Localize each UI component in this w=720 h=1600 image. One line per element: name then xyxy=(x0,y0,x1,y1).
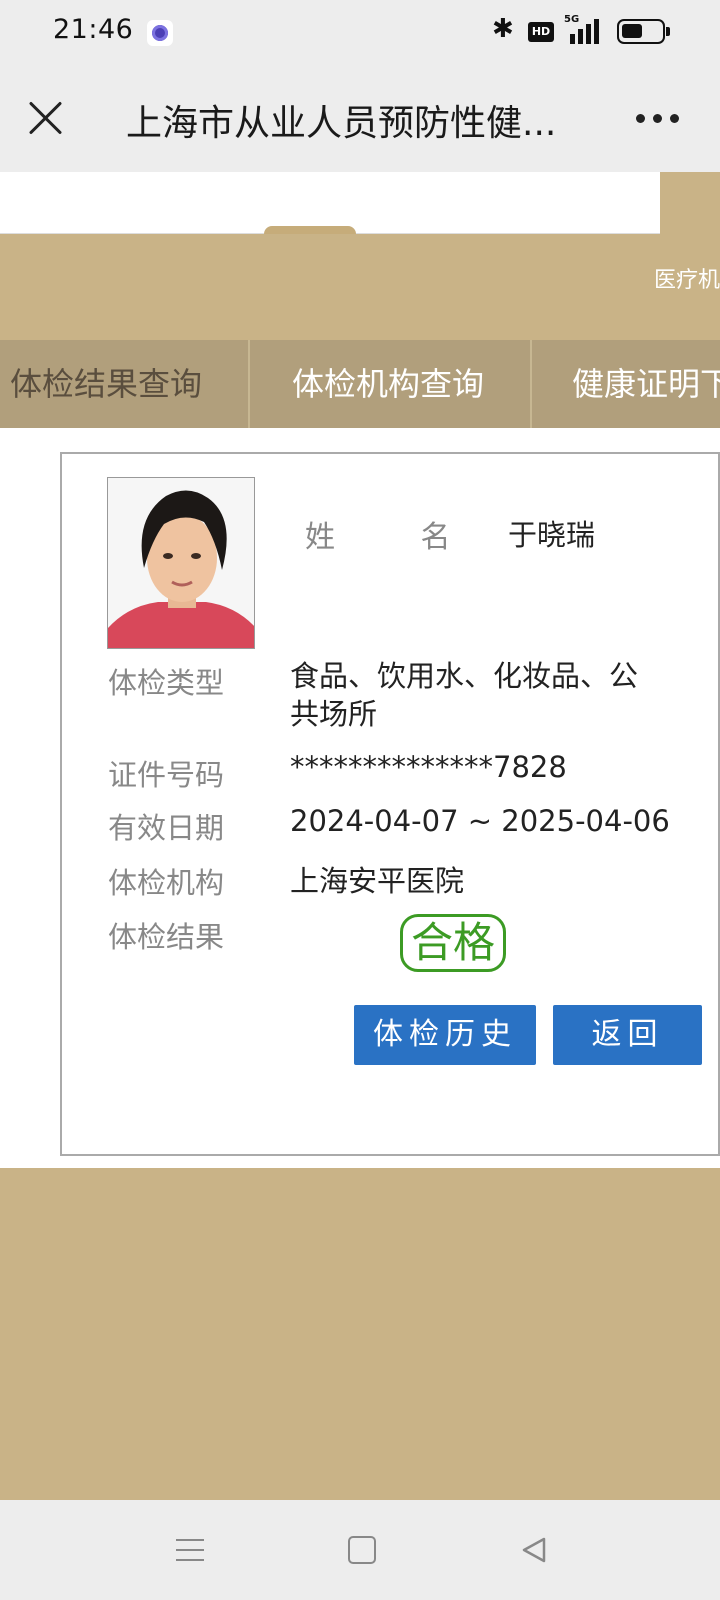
tab-divider xyxy=(248,340,250,428)
nav-tabs: 体检结果查询 体检机构查询 健康证明下 xyxy=(0,340,720,428)
name-value: 于晓瑞 xyxy=(508,518,596,552)
title-bar: 上海市从业人员预防性健... xyxy=(0,64,720,172)
validity-label: 有效日期 xyxy=(108,811,225,845)
battery-icon xyxy=(617,19,670,44)
exam-history-button[interactable]: 体检历史 xyxy=(354,1005,536,1065)
home-icon[interactable] xyxy=(348,1536,376,1564)
back-button[interactable]: 返回 xyxy=(553,1005,702,1065)
tab-divider xyxy=(530,340,532,428)
banner-gold-corner xyxy=(660,172,720,234)
more-options-icon[interactable] xyxy=(636,114,680,124)
banner xyxy=(0,234,720,340)
banner-white-strip xyxy=(0,172,660,234)
result-label: 体检结果 xyxy=(108,920,225,954)
id-number-value: **************7828 xyxy=(290,750,567,784)
notification-app-icon xyxy=(147,20,173,46)
exam-type-label: 体检类型 xyxy=(108,666,225,700)
system-nav-bar xyxy=(0,1500,720,1600)
institution-value: 上海安平医院 xyxy=(290,864,465,898)
name-label: 姓 名 xyxy=(305,520,489,555)
hd-badge: HD xyxy=(528,22,554,42)
signal-icon: 5G xyxy=(562,14,608,44)
close-icon[interactable] xyxy=(28,100,64,136)
avatar xyxy=(107,477,255,649)
tab-institution-query[interactable]: 体检机构查询 xyxy=(292,340,484,428)
tab-result-query[interactable]: 体检结果查询 xyxy=(10,340,202,428)
back-icon[interactable] xyxy=(520,1536,548,1564)
menu-icon[interactable] xyxy=(176,1537,204,1563)
banner-link[interactable]: 医疗机 xyxy=(654,262,720,294)
person-photo-icon xyxy=(108,478,254,648)
bluetooth-icon: ✱ xyxy=(492,14,514,44)
exam-type-value: 食品、饮用水、化妆品、公共场所 xyxy=(290,659,639,731)
institution-label: 体检机构 xyxy=(108,866,225,900)
banner-tab-marker xyxy=(264,226,356,234)
tab-health-certificate[interactable]: 健康证明下 xyxy=(572,340,720,428)
status-time: 21:46 xyxy=(53,14,134,45)
page-title: 上海市从业人员预防性健... xyxy=(126,103,557,144)
battery-level xyxy=(622,24,642,38)
validity-value: 2024-04-07 ~ 2025-04-06 xyxy=(290,804,670,838)
status-bar: 21:46 ✱ HD 5G xyxy=(0,0,720,64)
id-number-label: 证件号码 xyxy=(108,758,225,792)
network-type-label: 5G xyxy=(564,14,580,25)
result-stamp: 合格 xyxy=(400,914,506,972)
